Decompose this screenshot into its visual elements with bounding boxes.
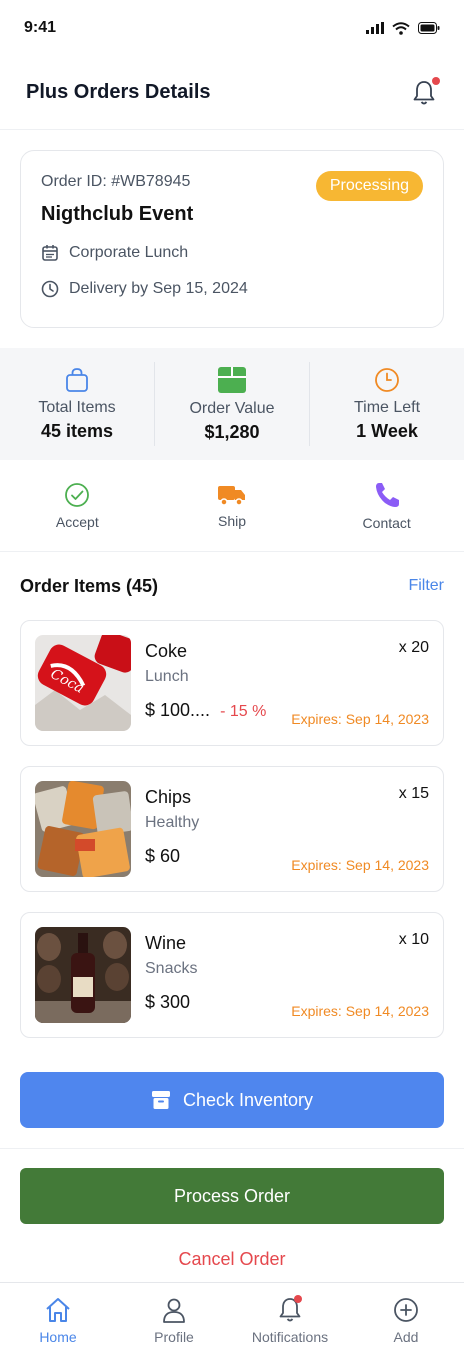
- plus-circle-icon: [394, 1298, 418, 1322]
- wine-bottle-image: [35, 927, 131, 1023]
- signal-icon: [366, 22, 384, 34]
- stat-time-left: Time Left 1 Week: [309, 362, 464, 446]
- item-price: $ 300: [145, 992, 191, 1012]
- cancel-order-label: Cancel Order: [178, 1248, 286, 1269]
- bag-icon: [66, 367, 88, 392]
- item-category: Snacks: [145, 960, 198, 977]
- item-category: Healthy: [145, 814, 200, 831]
- item-name: Chips: [145, 787, 192, 807]
- box-icon: [218, 366, 246, 393]
- order-item-details: Wine Snacks $ 300 x 10 Expires: Sep 14, …: [145, 927, 429, 1023]
- stat-label: Order Value: [189, 399, 275, 417]
- notification-dot: [432, 76, 440, 85]
- chips-bags-image: [35, 781, 131, 877]
- item-expiry: Expires: Sep 14, 2023: [291, 857, 429, 873]
- item-price: $ 60: [145, 846, 181, 866]
- calendar-icon: [42, 245, 58, 261]
- check-inventory-button[interactable]: Check Inventory: [20, 1072, 444, 1128]
- person-icon: [163, 1298, 185, 1323]
- ship-button[interactable]: Ship: [155, 483, 310, 529]
- battery-icon: [418, 22, 440, 34]
- accept-label: Accept: [55, 513, 99, 530]
- item-expiry: Expires: Sep 14, 2023: [291, 711, 429, 727]
- item-name: Coke: [145, 641, 188, 661]
- stat-value: 45 items: [40, 420, 114, 441]
- status-icons: [366, 21, 440, 35]
- page-title: Plus Orders Details: [26, 81, 211, 103]
- order-item-details: Coke Lunch $ 100.... - 15 % x 20 Expires…: [145, 635, 429, 731]
- bottom-navigation: Home Profile Notifications Add: [0, 1282, 464, 1362]
- item-quantity: x 20: [398, 639, 429, 656]
- order-item-card[interactable]: Wine Snacks $ 300 x 10 Expires: Sep 14, …: [20, 912, 444, 1038]
- item-name: Wine: [145, 933, 187, 953]
- nav-profile-label: Profile: [154, 1329, 194, 1345]
- truck-icon: [218, 485, 245, 506]
- status-bar: 9:41: [0, 0, 464, 56]
- process-order-label: Process Order: [173, 1185, 291, 1206]
- check-inventory-label: Check Inventory: [182, 1089, 314, 1110]
- notification-dot: [294, 1295, 302, 1303]
- order-item-card[interactable]: Chips Healthy $ 60 x 15 Expires: Sep 14,…: [20, 766, 444, 892]
- home-icon: [46, 1298, 70, 1322]
- stat-value: 1 Week: [356, 420, 418, 441]
- nav-add[interactable]: Add: [348, 1283, 464, 1362]
- header: Plus Orders Details: [0, 56, 464, 130]
- clock-icon: [41, 280, 59, 298]
- clock-icon: [375, 367, 399, 392]
- filter-link[interactable]: Filter: [408, 577, 444, 595]
- phone-icon: [375, 482, 399, 507]
- order-item-card[interactable]: Coca Coke Lunch $ 100.... - 15 % x 20 Ex…: [20, 620, 444, 746]
- item-category: Lunch: [145, 668, 189, 685]
- nav-home-label: Home: [39, 1329, 77, 1345]
- order-delivery: Delivery by Sep 15, 2024: [69, 280, 248, 297]
- item-expiry: Expires: Sep 14, 2023: [291, 1003, 429, 1019]
- nav-add-label: Add: [393, 1329, 419, 1345]
- contact-button[interactable]: Contact: [309, 481, 464, 531]
- item-discount: - 15 %: [220, 703, 267, 720]
- order-name: Nigthclub Event: [41, 203, 194, 225]
- archive-icon: [151, 1091, 170, 1109]
- check-circle-icon: [65, 482, 90, 507]
- order-items-title: Order Items (45): [20, 575, 159, 596]
- status-time: 9:41: [24, 19, 57, 36]
- ship-label: Ship: [217, 512, 247, 529]
- order-category-row: Corporate Lunch: [41, 244, 423, 262]
- order-category: Corporate Lunch: [69, 244, 189, 261]
- accept-button[interactable]: Accept: [0, 482, 155, 530]
- order-stats: Total Items 45 items Order Value $1,280 …: [0, 348, 464, 460]
- item-price: $ 100....: [145, 700, 211, 720]
- stat-value: $1,280: [204, 421, 260, 442]
- stat-label: Time Left: [353, 398, 421, 416]
- cancel-order-button[interactable]: Cancel Order: [0, 1244, 464, 1274]
- nav-notifications[interactable]: Notifications: [232, 1283, 348, 1362]
- process-order-button[interactable]: Process Order: [20, 1168, 444, 1224]
- stat-label: Total Items: [38, 398, 116, 416]
- nav-home[interactable]: Home: [0, 1283, 116, 1362]
- nav-notifications-label: Notifications: [251, 1329, 329, 1345]
- nav-profile[interactable]: Profile: [116, 1283, 232, 1362]
- order-delivery-row: Delivery by Sep 15, 2024: [41, 280, 423, 298]
- status-badge: Processing: [315, 171, 423, 201]
- wifi-icon: [392, 21, 410, 35]
- quick-actions: Accept Ship Contact: [0, 460, 464, 552]
- item-quantity: x 15: [398, 785, 429, 802]
- divider: [0, 1148, 464, 1149]
- item-quantity: x 10: [398, 931, 429, 948]
- notifications-button[interactable]: [410, 76, 440, 107]
- order-items-header: Order Items (45) Filter: [0, 552, 464, 620]
- stat-order-value: Order Value $1,280: [154, 362, 309, 446]
- coke-can-image: Coca: [35, 635, 131, 731]
- contact-label: Contact: [362, 514, 411, 531]
- order-item-details: Chips Healthy $ 60 x 15 Expires: Sep 14,…: [145, 781, 429, 877]
- order-summary-card: Order ID: #WB78945 Nigthclub Event Corpo…: [20, 150, 444, 328]
- stat-total-items: Total Items 45 items: [0, 362, 154, 446]
